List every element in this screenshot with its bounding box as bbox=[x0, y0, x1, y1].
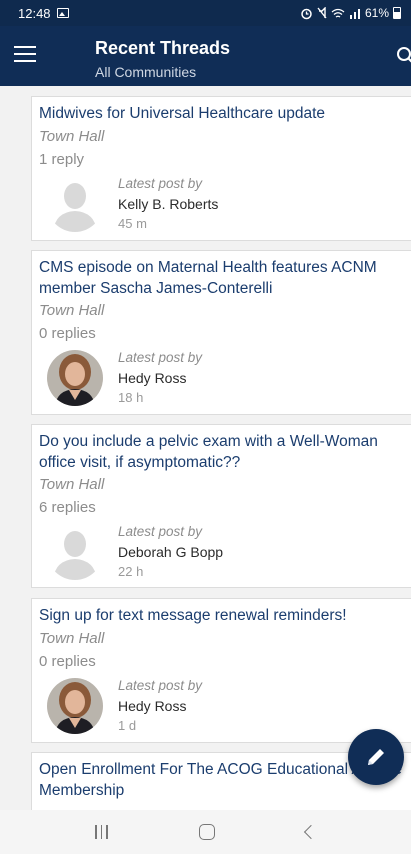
thread-title[interactable]: Midwives for Universal Healthcare update bbox=[39, 103, 411, 124]
post-age: 18 h bbox=[118, 390, 144, 405]
thread-community: Town Hall bbox=[39, 630, 105, 647]
author-name[interactable]: Hedy Ross bbox=[118, 698, 186, 714]
status-right: 61% bbox=[300, 6, 401, 20]
home-icon[interactable] bbox=[198, 824, 215, 840]
back-icon[interactable] bbox=[303, 824, 318, 840]
compose-button[interactable] bbox=[348, 729, 404, 785]
wifi-icon bbox=[331, 8, 345, 18]
post-age: 22 h bbox=[118, 564, 144, 579]
thread-community: Town Hall bbox=[39, 302, 105, 319]
pencil-icon bbox=[368, 749, 384, 765]
author-name[interactable]: Deborah G Bopp bbox=[118, 544, 223, 560]
battery-percent: 61% bbox=[364, 6, 389, 20]
latest-post-label: Latest post by bbox=[118, 350, 203, 365]
mute-icon bbox=[317, 7, 327, 19]
thread-card[interactable]: Do you include a pelvic exam with a Well… bbox=[31, 424, 411, 588]
alarm-icon bbox=[301, 8, 312, 19]
thread-community: Town Hall bbox=[39, 476, 105, 493]
thread-replies: 0 replies bbox=[39, 653, 96, 670]
recent-apps-icon[interactable] bbox=[95, 825, 108, 839]
avatar-photo bbox=[47, 350, 103, 406]
battery-icon bbox=[393, 7, 401, 19]
page-subtitle: All Communities bbox=[95, 64, 197, 80]
thread-title[interactable]: Do you include a pelvic exam with a Well… bbox=[39, 431, 411, 473]
search-icon[interactable] bbox=[396, 46, 411, 66]
avatar-placeholder-icon bbox=[47, 524, 103, 580]
app-bar: Recent Threads All Communities bbox=[0, 26, 411, 86]
thread-replies: 0 replies bbox=[39, 325, 96, 342]
gallery-notification-icon bbox=[56, 8, 69, 18]
thread-title[interactable]: Sign up for text message renewal reminde… bbox=[39, 605, 411, 626]
status-bar: 12:48 61% bbox=[0, 0, 411, 26]
avatar-placeholder-icon bbox=[47, 176, 103, 232]
avatar-photo bbox=[47, 678, 103, 734]
thread-card[interactable]: Midwives for Universal Healthcare update… bbox=[31, 96, 411, 241]
latest-post-label: Latest post by bbox=[118, 176, 203, 191]
latest-post-label: Latest post by bbox=[118, 678, 203, 693]
status-left: 12:48 bbox=[18, 6, 69, 21]
page-title: Recent Threads bbox=[95, 38, 231, 58]
system-nav-bar bbox=[0, 810, 411, 854]
author-name[interactable]: Kelly B. Roberts bbox=[118, 196, 218, 212]
thread-title[interactable]: CMS episode on Maternal Health features … bbox=[39, 257, 411, 299]
latest-post-label: Latest post by bbox=[118, 524, 203, 539]
thread-community: Town Hall bbox=[39, 128, 105, 145]
post-age: 1 d bbox=[118, 718, 137, 733]
thread-list[interactable]: Midwives for Universal Healthcare update… bbox=[0, 86, 411, 810]
thread-card[interactable]: CMS episode on Maternal Health features … bbox=[31, 250, 411, 415]
signal-icon bbox=[349, 8, 360, 19]
thread-replies: 6 replies bbox=[39, 499, 96, 516]
hamburger-menu-icon[interactable] bbox=[14, 46, 36, 64]
status-time: 12:48 bbox=[18, 5, 51, 21]
author-name[interactable]: Hedy Ross bbox=[118, 370, 186, 386]
thread-card[interactable]: Sign up for text message renewal reminde… bbox=[31, 598, 411, 743]
thread-replies: 1 reply bbox=[39, 151, 85, 168]
post-age: 45 m bbox=[118, 216, 147, 231]
